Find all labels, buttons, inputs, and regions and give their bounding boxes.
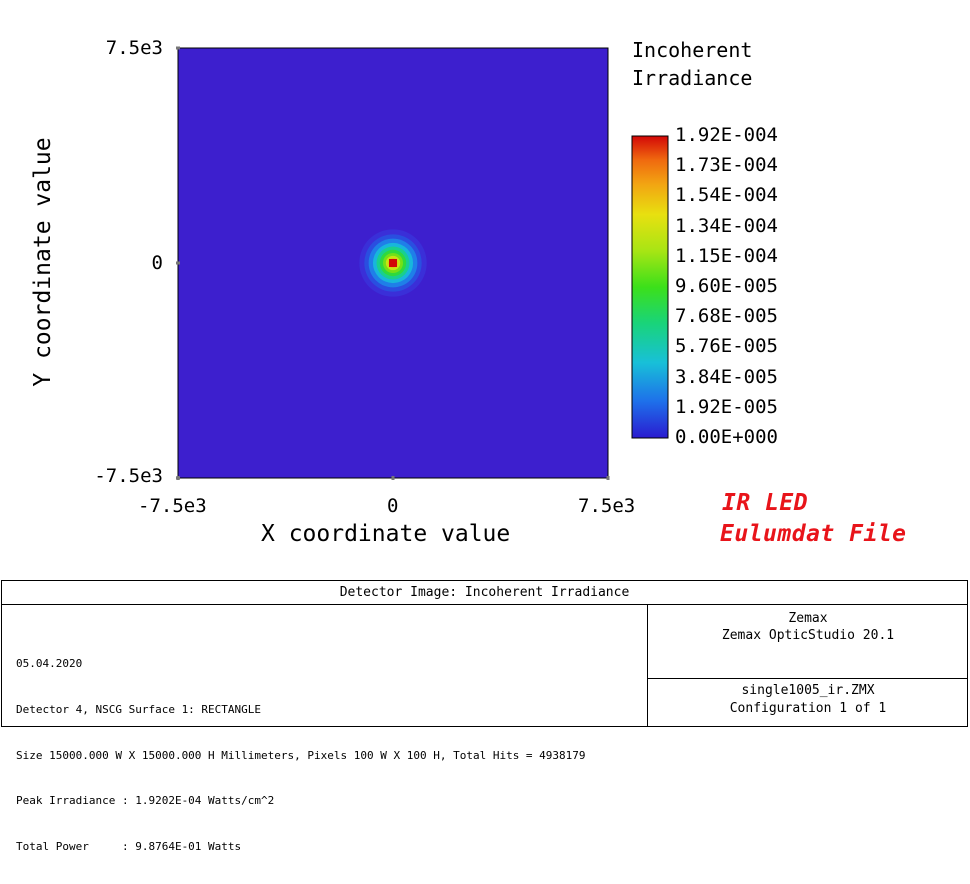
annotation-line2: Eulumdat File: [720, 521, 907, 547]
colorbar-label: 7.68E-005: [675, 305, 778, 328]
colorbar-label: 9.60E-005: [675, 275, 778, 297]
footer-file-box: single1005_ir.ZMX Configuration 1 of 1: [648, 679, 968, 726]
x-tick-mid: 0: [387, 495, 399, 517]
colorbar-label: 5.76E-005: [675, 335, 778, 358]
colorbar-label: 1.73E-004: [675, 154, 778, 177]
footer-product-box: Zemax Zemax OpticStudio 20.1: [648, 605, 968, 679]
colorbar-label: 0.00E+000: [675, 426, 778, 448]
peak-pixel: [389, 259, 397, 267]
x-tick-left: -7.5e3: [138, 495, 207, 517]
footer-date: 05.04.2020: [16, 657, 83, 671]
colorbar-label: 1.54E-004: [675, 184, 778, 207]
legend-title-line2: Irradiance: [632, 66, 753, 90]
footer-product: Zemax OpticStudio 20.1: [721, 628, 895, 643]
plot-area: [176, 46, 669, 480]
x-tick-right: 7.5e3: [578, 495, 636, 517]
footer-peak: Peak Irradiance : 1.9202E-04 Watts/cm^2: [16, 794, 275, 808]
footer-company: Zemax: [788, 611, 828, 626]
y-axis-title: Y coordinate value: [30, 137, 56, 387]
legend-title-line1: Incoherent: [632, 38, 753, 62]
colorbar-label: 3.84E-005: [675, 365, 778, 388]
info-footer: Detector Image: Incoherent Irradiance 05…: [1, 580, 968, 853]
colorbar-label: 1.92E-005: [675, 395, 778, 418]
footer-config: Configuration 1 of 1: [729, 701, 887, 716]
footer-detector: Detector 4, NSCG Surface 1: RECTANGLE: [16, 703, 262, 717]
colorbar: [632, 136, 668, 438]
annotation-line1: IR LED: [722, 490, 809, 516]
footer-file: single1005_ir.ZMX: [741, 683, 875, 698]
colorbar-label: 1.15E-004: [675, 244, 778, 267]
y-tick-top: 7.5e3: [105, 37, 163, 59]
colorbar-label: 1.92E-004: [675, 124, 778, 146]
colorbar-label: 1.34E-004: [675, 214, 778, 237]
irradiance-spot: [359, 229, 427, 297]
legend-title: Incoherent Irradiance: [632, 36, 752, 92]
footer-power: Total Power : 9.8764E-01 Watts: [16, 839, 242, 853]
y-tick-bottom: -7.5e3: [94, 465, 163, 487]
footer-details: 05.04.2020 Detector 4, NSCG Surface 1: R…: [2, 605, 648, 853]
y-tick-mid: 0: [151, 252, 163, 274]
footer-size: Size 15000.000 W X 15000.000 H Millimete…: [16, 748, 586, 762]
x-axis-title: X coordinate value: [261, 521, 511, 547]
footer-title: Detector Image: Incoherent Irradiance: [2, 581, 967, 605]
